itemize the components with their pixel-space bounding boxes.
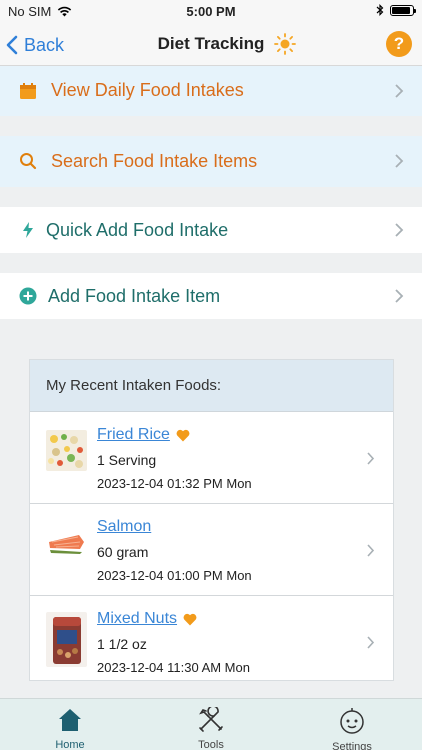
tab-bar: Home Tools Settings	[0, 698, 422, 750]
home-icon	[59, 709, 81, 731]
chevron-right-icon	[395, 154, 404, 168]
page-title: Diet Tracking	[157, 34, 265, 53]
food-item-salmon[interactable]: Salmon 60 gram 2023-12-04 01:00 PM Mon	[30, 504, 393, 596]
menu-add-food-intake-item[interactable]: Add Food Intake Item	[0, 273, 422, 319]
plus-circle-icon	[18, 286, 38, 306]
mixed-nuts-thumbnail	[46, 612, 87, 667]
menu-view-daily-food-intakes[interactable]: View Daily Food Intakes	[0, 66, 422, 116]
tab-label: Tools	[198, 739, 224, 750]
status-bar: No SIM 5:00 PM	[0, 0, 422, 24]
tab-label: Home	[55, 739, 85, 750]
recent-foods-header: My Recent Intaken Foods:	[30, 360, 393, 412]
menu-label: Quick Add Food Intake	[46, 220, 229, 240]
food-name-link[interactable]: Fried Rice	[97, 426, 190, 444]
food-item-mixed-nuts[interactable]: Mixed Nuts 1 1/2 oz 2023-12-04 11:30 AM …	[30, 596, 393, 680]
chevron-right-icon	[367, 452, 375, 465]
food-quantity: 60 gram	[97, 544, 149, 560]
food-name-link[interactable]: Salmon	[97, 518, 151, 536]
food-timestamp: 2023-12-04 01:00 PM Mon	[97, 568, 252, 583]
navigation-bar: Back Diet Tracking ?	[0, 24, 422, 66]
bolt-icon	[18, 220, 38, 240]
tab-label: Settings	[332, 741, 372, 750]
food-name: Salmon	[97, 518, 152, 535]
help-button[interactable]: ?	[386, 31, 412, 57]
chevron-right-icon	[395, 84, 404, 98]
bluetooth-icon	[376, 4, 384, 16]
chevron-right-icon	[395, 289, 404, 303]
food-quantity: 1 1/2 oz	[97, 636, 147, 652]
heart-icon	[176, 429, 190, 441]
food-quantity: 1 Serving	[97, 452, 157, 468]
status-time: 5:00 PM	[186, 4, 236, 19]
salmon-thumbnail	[46, 522, 87, 563]
tools-icon	[199, 707, 223, 732]
food-timestamp: 2023-12-04 01:32 PM Mon	[97, 476, 252, 491]
sun-icon[interactable]	[273, 32, 297, 56]
chevron-right-icon	[367, 544, 375, 557]
fried-rice-thumbnail	[46, 430, 87, 471]
recent-foods-card: My Recent Intaken Foods: Fried Rice 1 Se…	[29, 359, 394, 681]
settings-face-icon	[340, 708, 364, 734]
heart-icon	[183, 613, 197, 625]
menu-label: Add Food Intake Item	[48, 286, 221, 306]
food-name: Fried Rice	[97, 426, 170, 443]
battery-level	[392, 6, 410, 14]
tab-tools[interactable]: Tools	[161, 699, 261, 750]
chevron-right-icon	[395, 223, 404, 237]
battery-icon	[390, 4, 416, 16]
food-name: Mixed Nuts	[97, 610, 178, 627]
tab-settings[interactable]: Settings	[302, 699, 402, 750]
food-timestamp: 2023-12-04 11:30 AM Mon	[97, 660, 250, 675]
calendar-icon	[18, 81, 38, 101]
menu-label: Search Food Intake Items	[51, 151, 258, 171]
search-icon	[18, 151, 38, 171]
food-name-link[interactable]: Mixed Nuts	[97, 610, 197, 628]
menu-label: View Daily Food Intakes	[51, 80, 244, 100]
menu-quick-add-food-intake[interactable]: Quick Add Food Intake	[0, 207, 422, 253]
status-right	[376, 4, 416, 16]
menu-search-food-intake-items[interactable]: Search Food Intake Items	[0, 136, 422, 187]
chevron-right-icon	[367, 636, 375, 649]
tab-home[interactable]: Home	[20, 699, 120, 750]
food-item-fried-rice[interactable]: Fried Rice 1 Serving 2023-12-04 01:32 PM…	[30, 412, 393, 504]
